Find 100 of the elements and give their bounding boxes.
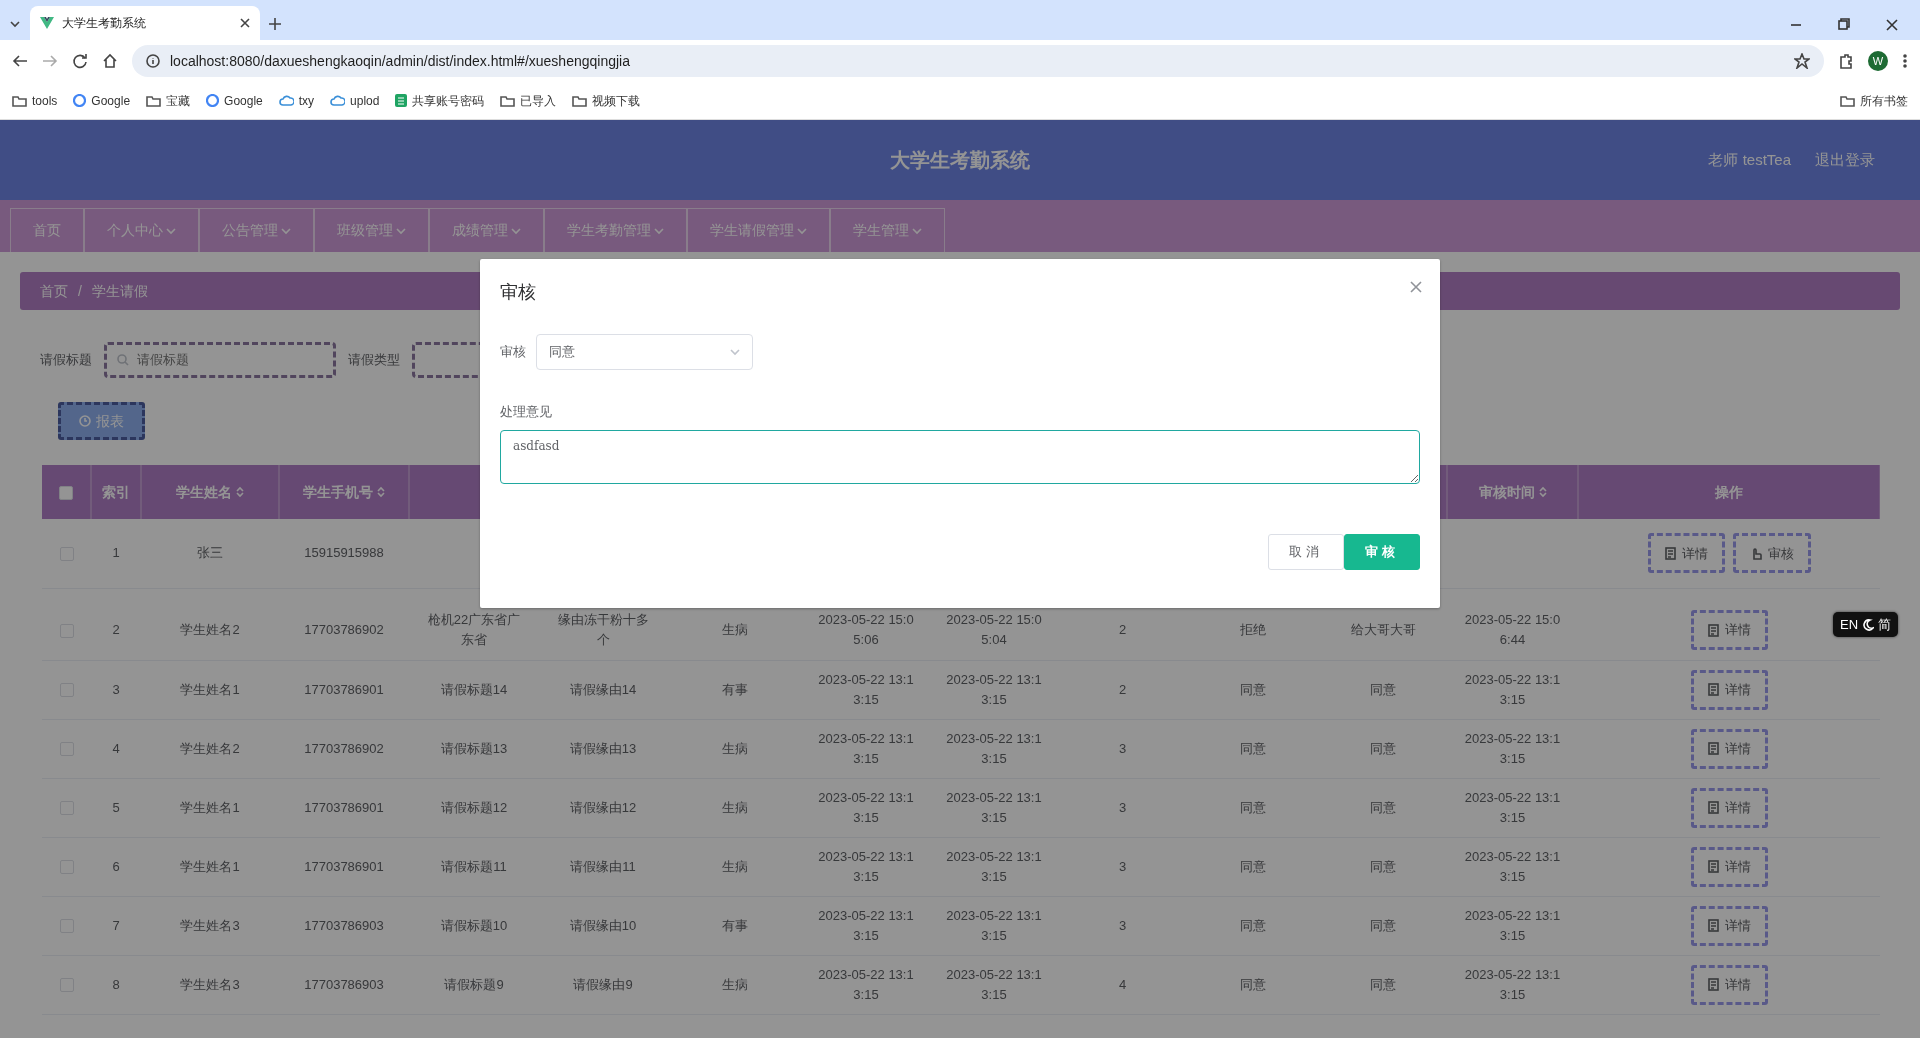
table-action-button[interactable]: 详情 [1690,669,1768,710]
table-cell-text: 2 [112,621,120,639]
comment-field[interactable]: asdfasd [500,429,1420,484]
document-icon [1707,860,1719,873]
table-cell-text: 拒绝 [1240,621,1266,639]
reload-icon[interactable] [72,53,88,69]
table-cell-text: 17703786902 [304,621,384,639]
table-cell-text: 2023-05-22 13:13:15 [1463,906,1562,945]
table-action-button[interactable]: 详情 [1647,533,1725,574]
table-cell-text: 4 [112,739,120,758]
search-field[interactable]: 请假标题 [104,342,336,378]
table-cell-text: 2023-05-22 13:13:15 [1463,847,1562,886]
star-icon[interactable] [1794,53,1810,69]
table-cell-text: 15915915988 [304,544,384,563]
bookmark-label: 所有书签 [1860,92,1908,110]
table-cell-text: 同意 [1240,975,1266,994]
vue-logo-icon [40,17,54,29]
bookmark[interactable]: 已导入 [500,91,557,110]
table-cell-text: 2023-05-22 13:13:15 [817,847,915,886]
menu-icon[interactable] [1902,53,1908,69]
url-text: localhost:8080/daxueshengkaoqin/admin/dist/index.html#/xueshengqingjia [170,51,630,71]
user-label: 老师 testTea [1708,149,1791,170]
table-cell-text: 3 [1118,739,1127,758]
table-action-button[interactable]: 详情 [1690,728,1768,769]
cloud-icon [330,95,346,106]
folder-icon [500,94,516,107]
back-icon[interactable] [12,53,28,69]
browser-tab[interactable]: 大学生考勤系统 [30,6,260,40]
table-action-button[interactable]: 详情 [1690,610,1768,650]
bookmark[interactable]: 视频下载 [572,91,641,110]
table-cell-text: 学生姓名1 [180,680,240,699]
bookmark[interactable]: 所有书签 [1840,91,1908,110]
sort-icon[interactable] [236,486,244,498]
bookmark[interactable]: tools [12,91,58,110]
spreadsheet-icon [395,94,408,107]
extensions-icon[interactable] [1838,53,1854,69]
table-cell-text: 同意 [1240,680,1266,699]
sort-icon[interactable] [377,486,385,498]
table-cell-text: 2023-05-22 13:13:15 [817,906,915,945]
info-icon [146,54,160,68]
profile-avatar[interactable]: W [1868,51,1888,71]
table-cell-text: 2023-05-22 15:05:06 [817,611,915,649]
table-action-button[interactable]: 详情 [1690,905,1768,946]
bookmark[interactable]: txy [278,91,315,110]
column-header[interactable]: 学生姓名 [176,481,232,503]
table-cell-text: 2023-05-22 13:13:15 [1463,729,1562,768]
breadcrumb-item[interactable]: 首页 [40,280,68,302]
bookmark[interactable]: 宝藏 [146,91,191,110]
table-cell-text: 2023-05-22 13:13:15 [945,729,1043,768]
document-icon [1707,978,1719,991]
address-bar[interactable]: localhost:8080/daxueshengkaoqin/admin/dist/index.html#/xueshengqingjia [132,45,1824,77]
bookmark[interactable]: Google [206,91,263,110]
table-cell-text: 2023-05-22 15:06:44 [1463,611,1562,649]
table-cell-text: 2023-05-22 13:13:15 [1463,788,1562,827]
table-cell-text: 17703786901 [304,857,384,876]
bookmark[interactable]: uplod [330,91,380,110]
select-all-checkbox[interactable] [59,485,73,500]
cancel-button[interactable]: 取消 [1268,533,1344,570]
table-cell-text: 请假缘由12 [569,798,637,817]
table-cell-text: 请假标题10 [440,916,508,935]
table-cell-text: 17703786901 [304,680,384,699]
bookmark[interactable]: Google [73,91,131,110]
clock-icon [79,415,91,427]
table-action-button[interactable]: 详情 [1690,964,1768,1005]
table-action-button[interactable]: 审核 [1732,533,1811,574]
table-action-button[interactable]: 详情 [1690,846,1768,887]
table-cell-text: 请假缘由10 [569,916,637,935]
logout-link[interactable]: 退出登录 [1815,148,1875,172]
document-icon [1707,742,1719,755]
sort-icon[interactable] [1538,486,1547,498]
document-icon [1707,919,1719,932]
bookmark-label: txy [298,92,315,110]
table-cell-text: 张三 [197,544,223,563]
table-cell-text: 2023-05-22 13:13:15 [1463,670,1562,709]
table-cell-text: 请假标题14 [440,680,508,699]
search-input[interactable]: 请假标题 [135,349,315,371]
language-toggle[interactable]: EN 简 [1833,612,1899,637]
column-header: 操作 [1715,482,1743,502]
bookmark[interactable]: 共享账号密码 [395,91,485,110]
table-cell-text: 枪机22广东省广东省 [426,611,522,649]
table-cell-text: 请假缘由13 [569,739,637,758]
table-cell-text: 同意 [1240,857,1266,876]
table-cell-text: 生病 [721,739,748,758]
review-select[interactable]: 同意 [536,334,753,370]
table-cell-text: 17703786901 [304,798,384,817]
submit-button[interactable]: 审核 [1344,533,1420,570]
column-header[interactable]: 审核时间 [1478,481,1535,503]
table-cell-text: 学生姓名2 [180,621,240,639]
table-action-button[interactable]: 详情 [1690,787,1768,828]
home-icon[interactable] [102,53,118,69]
table-cell-text: 同意 [1240,739,1266,758]
globe-icon [206,94,220,107]
table-cell-text: 给大哥大哥 [1350,621,1416,639]
bookmark-label: uplod [350,92,380,110]
breadcrumb-separator: / [78,281,82,301]
forward-icon[interactable] [42,53,58,69]
close-icon[interactable] [240,18,250,28]
table-cell-text: 2023-05-22 13:13:15 [817,965,915,1004]
chevron-down-icon [912,226,922,235]
table-cell-text: 3 [1118,798,1127,817]
